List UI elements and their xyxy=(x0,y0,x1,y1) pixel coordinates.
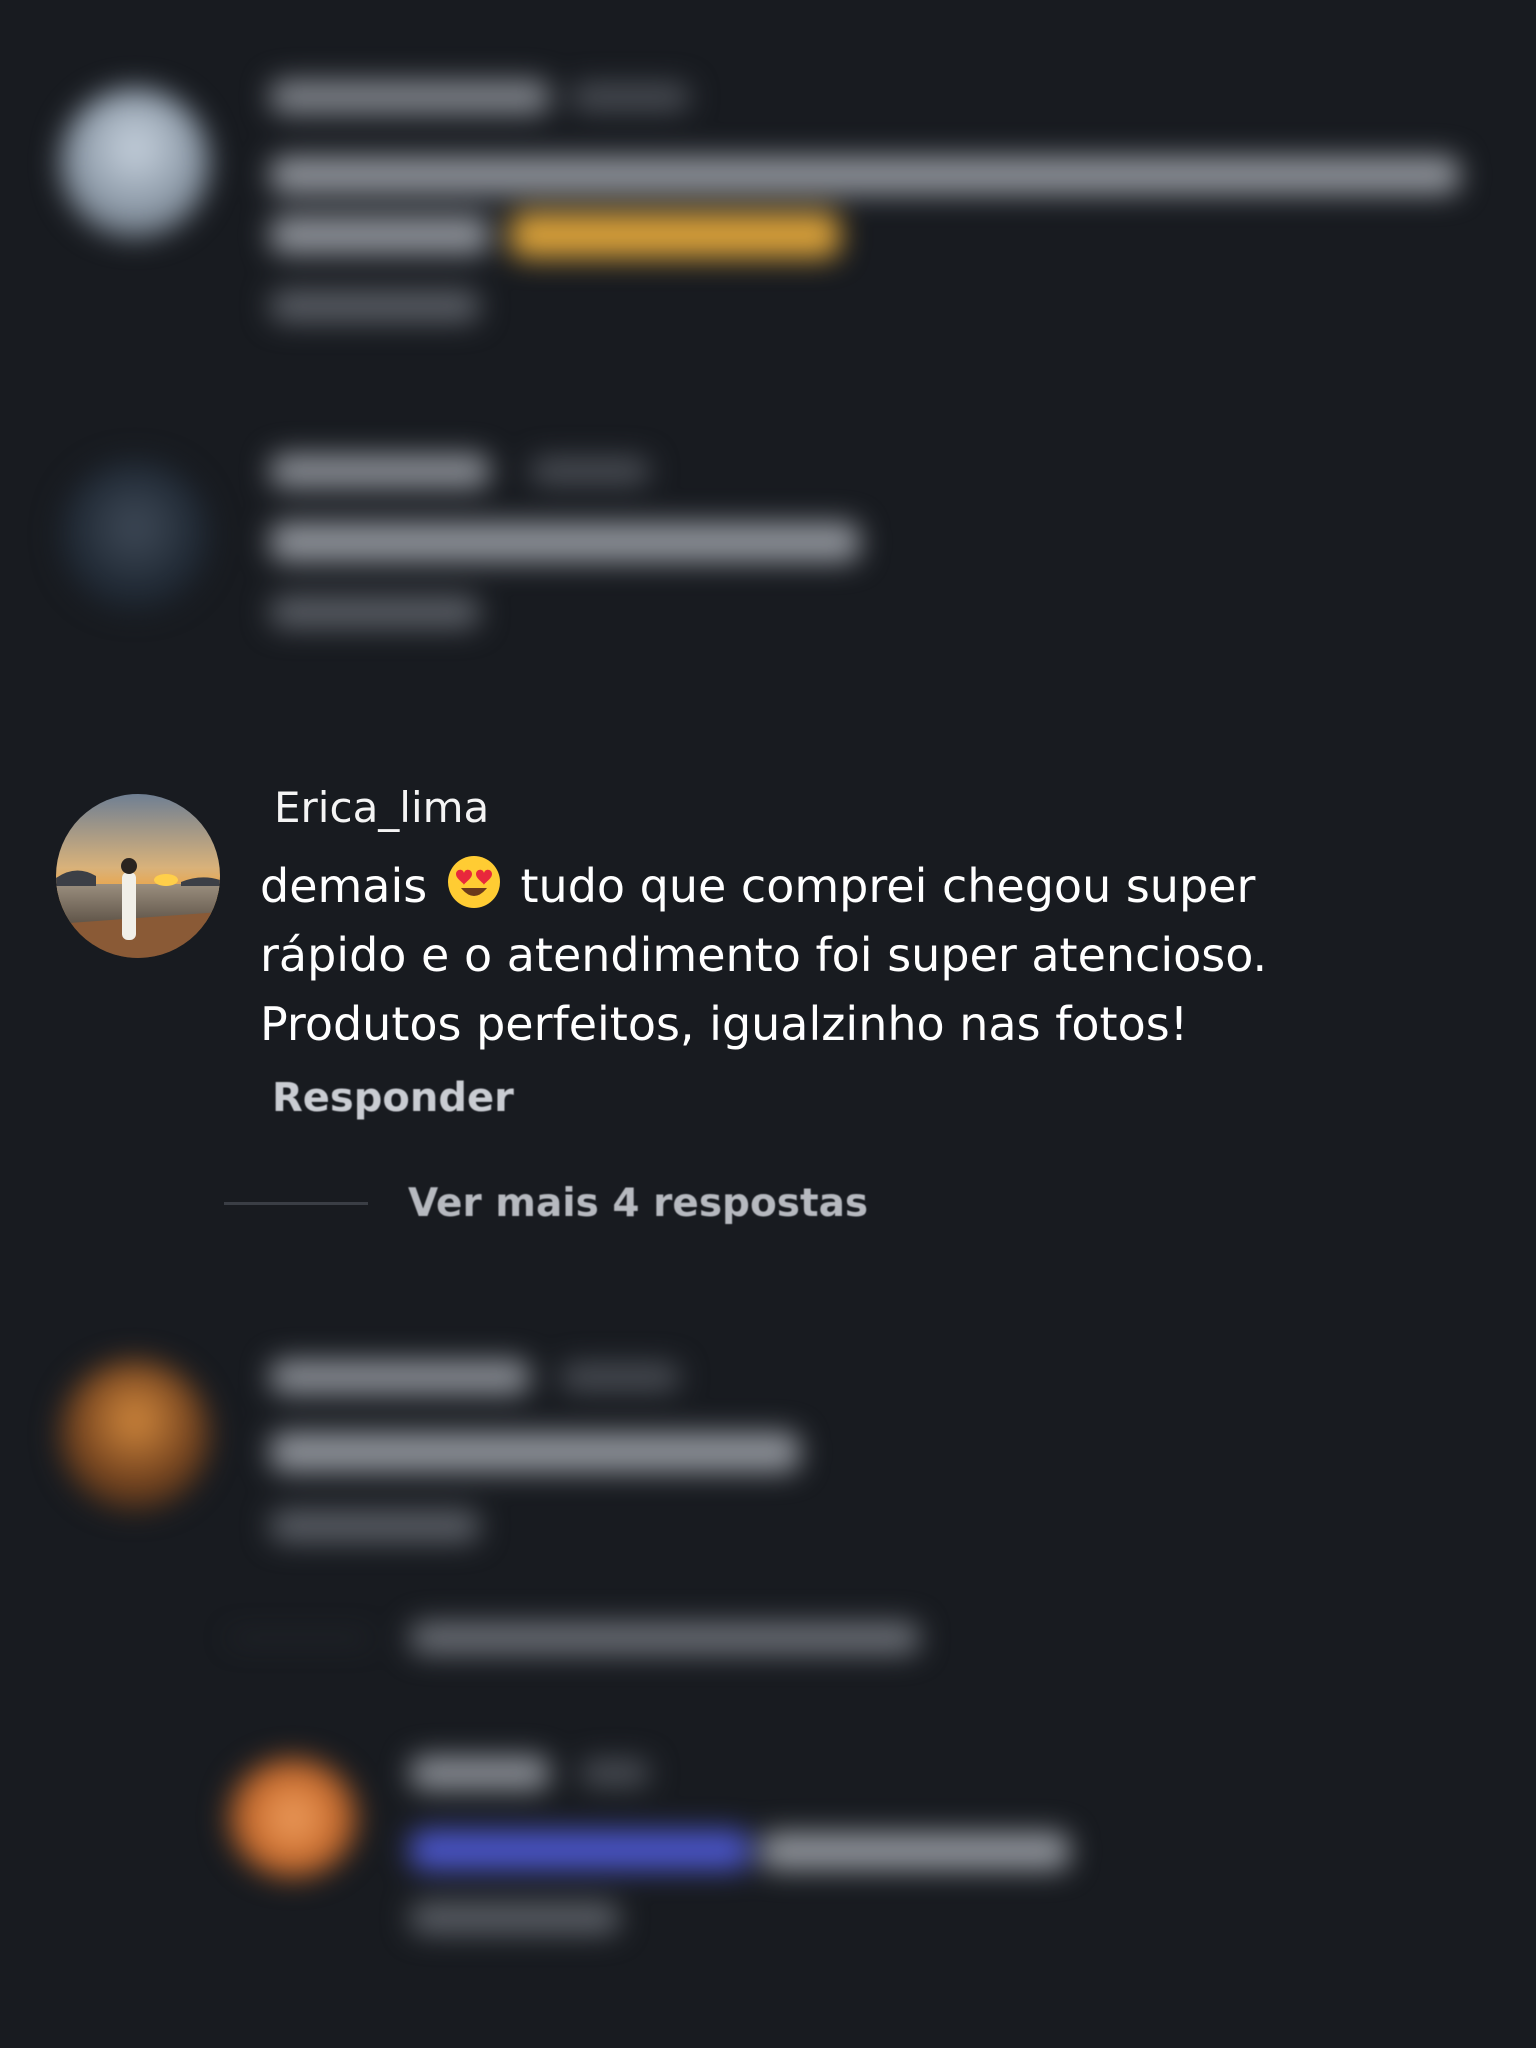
blurred-timestamp xyxy=(530,458,650,484)
reply-button[interactable]: Responder xyxy=(272,1070,514,1126)
comment-username[interactable]: Erica_lima xyxy=(274,780,489,836)
comment-text-part: demais xyxy=(260,859,442,913)
comment-text: demais tudo que comprei chegou super ráp… xyxy=(260,852,1390,1059)
blurred-text-line xyxy=(270,522,860,562)
blurred-text-line xyxy=(270,1432,800,1472)
blurred-mention xyxy=(410,1830,750,1870)
avatar xyxy=(60,1360,210,1510)
avatar xyxy=(228,1758,358,1878)
blurred-comment xyxy=(0,440,1536,660)
divider xyxy=(224,1201,368,1205)
avatar xyxy=(60,460,210,610)
blurred-reply xyxy=(270,290,480,322)
blurred-reply xyxy=(270,1510,480,1542)
blurred-reply xyxy=(410,1902,620,1934)
blurred-reply xyxy=(270,596,480,628)
blurred-username xyxy=(410,1756,550,1790)
sunset-photo-icon xyxy=(56,794,220,958)
blurred-username xyxy=(270,1360,530,1394)
blurred-text-line xyxy=(270,156,1460,194)
blurred-text-line xyxy=(760,1832,1070,1870)
blurred-view-replies xyxy=(0,1610,1536,1670)
blurred-timestamp xyxy=(570,84,690,110)
blurred-text-line xyxy=(270,216,490,254)
avatar xyxy=(60,88,210,238)
blurred-username xyxy=(270,80,550,114)
view-more-replies[interactable]: Ver mais 4 respostas xyxy=(224,1175,868,1231)
blurred-timestamp xyxy=(560,1364,680,1390)
comments-page: Erica_lima demais tudo que comprei chego… xyxy=(0,0,1536,2048)
avatar[interactable] xyxy=(56,794,220,958)
blurred-replies-label xyxy=(410,1622,920,1654)
blurred-comment xyxy=(0,1340,1536,1580)
blurred-comment xyxy=(0,1740,1536,1960)
blurred-username xyxy=(270,454,490,488)
view-more-replies-label: Ver mais 4 respostas xyxy=(408,1180,869,1226)
heart-eyes-emoji-icon xyxy=(446,854,502,910)
blurred-timestamp xyxy=(580,1760,650,1786)
blurred-comment xyxy=(0,60,1536,360)
divider xyxy=(230,1636,370,1640)
blurred-emojis xyxy=(510,212,840,258)
